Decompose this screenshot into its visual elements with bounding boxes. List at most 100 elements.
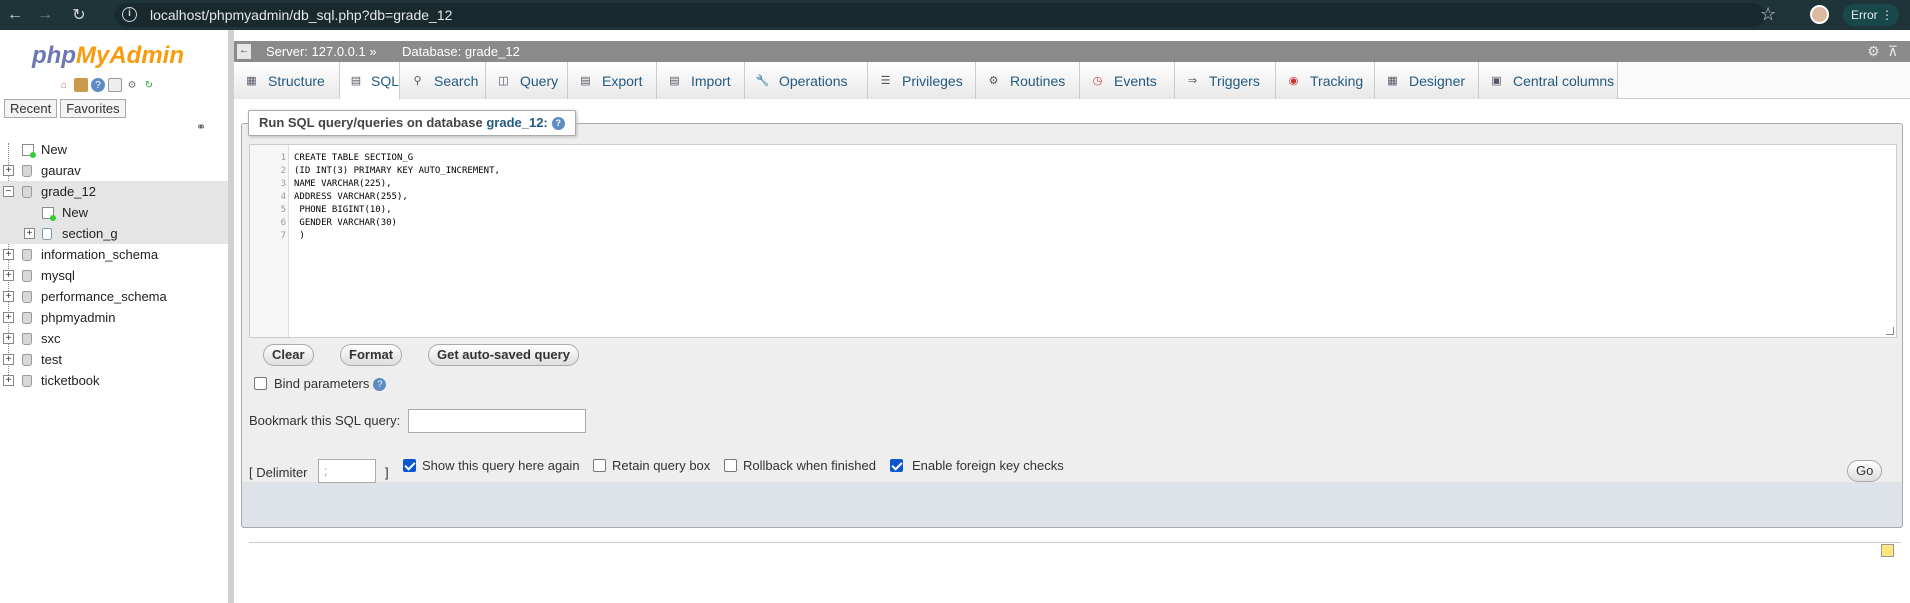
- expand-icon[interactable]: +: [3, 354, 14, 365]
- breadcrumb-server[interactable]: Server: 127.0.0.1 »: [266, 44, 377, 59]
- tree-item-performance_schema[interactable]: + performance_schema: [0, 286, 228, 307]
- docs-icon[interactable]: [108, 78, 122, 92]
- tree-label[interactable]: sxc: [41, 331, 61, 346]
- tree-item-ticketbook[interactable]: + ticketbook: [0, 370, 228, 391]
- tab-sql[interactable]: ▤ SQL: [340, 62, 400, 100]
- rollback-checkbox[interactable]: [724, 459, 737, 472]
- reload-icon[interactable]: ↻: [66, 0, 92, 30]
- collapse-icon[interactable]: −: [3, 186, 14, 197]
- code-line[interactable]: PHONE BIGINT(10),: [294, 205, 391, 215]
- code-line[interactable]: ADDRESS VARCHAR(255),: [294, 192, 408, 202]
- legend-db-link[interactable]: grade_12:: [486, 115, 547, 130]
- tree-item-mysql[interactable]: + mysql: [0, 265, 228, 286]
- tree-label[interactable]: ticketbook: [41, 373, 100, 388]
- tab-structure[interactable]: ▦ Structure: [234, 62, 340, 99]
- tree-label[interactable]: test: [41, 352, 62, 367]
- tab-import[interactable]: ▤ Import: [657, 62, 745, 99]
- get-autosaved-query-button[interactable]: Get auto-saved query: [428, 344, 579, 366]
- profile-avatar[interactable]: [1810, 5, 1829, 24]
- sql-editor[interactable]: 1 2 3 4 5 6 7 CREATE TABLE SECTION_G (ID…: [249, 144, 1897, 338]
- gear-icon[interactable]: ⚙: [1867, 43, 1888, 59]
- url-text[interactable]: localhost/phpmyadmin/db_sql.php?db=grade…: [150, 7, 452, 23]
- bind-parameters-label[interactable]: Bind parameters?: [274, 376, 387, 392]
- tree-item-section_g[interactable]: + section_g: [0, 223, 228, 244]
- link-icon[interactable]: ⚭: [196, 120, 206, 134]
- tree-item-information_schema[interactable]: + information_schema: [0, 244, 228, 265]
- expand-icon[interactable]: +: [3, 291, 14, 302]
- code-line[interactable]: CREATE TABLE SECTION_G: [294, 153, 413, 163]
- help-icon[interactable]: ?: [373, 378, 387, 392]
- tree-item-grade_12[interactable]: − grade_12: [0, 181, 228, 202]
- tree-label[interactable]: performance_schema: [41, 289, 167, 304]
- help-icon[interactable]: ?: [91, 78, 105, 92]
- expand-icon[interactable]: +: [3, 270, 14, 281]
- expand-icon[interactable]: +: [3, 375, 14, 386]
- help-icon[interactable]: ?: [551, 117, 565, 131]
- tab-events[interactable]: ◷ Events: [1080, 62, 1175, 99]
- tab-central-columns[interactable]: ▣ Central columns: [1479, 62, 1618, 99]
- forward-icon[interactable]: →: [32, 0, 58, 30]
- tab-tracking[interactable]: ◉ Tracking: [1276, 62, 1375, 99]
- tree-item-sxc[interactable]: + sxc: [0, 328, 228, 349]
- settings-icon[interactable]: ⚙: [125, 78, 139, 92]
- tree-item-test[interactable]: + test: [0, 349, 228, 370]
- tab-operations[interactable]: 🔧 Operations: [745, 62, 868, 99]
- tree-item-gaurav[interactable]: + gaurav: [0, 160, 228, 181]
- tree-label[interactable]: grade_12: [41, 184, 96, 199]
- go-button[interactable]: Go: [1847, 460, 1883, 482]
- tree-label[interactable]: New: [62, 205, 88, 220]
- tab-query[interactable]: ◫ Query: [486, 62, 568, 99]
- bookmark-input[interactable]: [408, 409, 586, 433]
- resize-handle[interactable]: [1886, 327, 1894, 335]
- tree-label[interactable]: gaurav: [41, 163, 81, 178]
- info-icon[interactable]: i: [122, 7, 137, 22]
- tab-triggers[interactable]: ⇒ Triggers: [1175, 62, 1276, 99]
- tree-item-phpmyadmin[interactable]: + phpmyadmin: [0, 307, 228, 328]
- code-line[interactable]: ): [294, 231, 304, 241]
- expand-icon[interactable]: +: [3, 165, 14, 176]
- retain-query-box-checkbox[interactable]: [593, 459, 606, 472]
- retain-query-box-label[interactable]: Retain query box: [612, 458, 710, 473]
- delimiter-input[interactable]: ;: [318, 459, 376, 483]
- logout-icon[interactable]: [74, 78, 88, 92]
- foreign-key-checks-checkbox[interactable]: [890, 459, 903, 472]
- code-line[interactable]: GENDER VARCHAR(30): [294, 218, 397, 228]
- foreign-key-checks-label[interactable]: Enable foreign key checks: [912, 458, 1064, 473]
- tree-label[interactable]: mysql: [41, 268, 75, 283]
- breadcrumb-database[interactable]: Database: grade_12: [402, 44, 520, 59]
- recent-tab[interactable]: Recent: [4, 99, 58, 118]
- collapse-top-icon[interactable]: ⊼: [1888, 43, 1906, 59]
- expand-icon[interactable]: +: [3, 333, 14, 344]
- tab-designer[interactable]: ▦ Designer: [1375, 62, 1479, 99]
- reload-nav-icon[interactable]: ↻: [142, 78, 156, 92]
- collapse-nav-icon[interactable]: ←: [237, 44, 251, 59]
- tab-export[interactable]: ▤ Export: [568, 62, 657, 99]
- expand-icon[interactable]: +: [3, 312, 14, 323]
- expand-icon[interactable]: +: [3, 249, 14, 260]
- bind-parameters-checkbox[interactable]: [254, 377, 267, 390]
- error-button[interactable]: Error ⋮: [1843, 4, 1900, 26]
- phpmyadmin-logo[interactable]: phpMyAdmin: [32, 42, 184, 70]
- tree-label[interactable]: section_g: [62, 226, 118, 241]
- show-query-label[interactable]: Show this query here again: [422, 458, 580, 473]
- tree-item-table-new[interactable]: New: [0, 202, 228, 223]
- show-query-checkbox[interactable]: [403, 459, 416, 472]
- tree-label[interactable]: information_schema: [41, 247, 158, 262]
- expand-icon[interactable]: +: [24, 228, 35, 239]
- back-icon[interactable]: ←: [2, 0, 28, 30]
- tab-routines[interactable]: ⚙ Routines: [976, 62, 1080, 99]
- favorites-tab[interactable]: Favorites: [60, 99, 126, 118]
- tree-label[interactable]: New: [41, 142, 67, 157]
- rollback-label[interactable]: Rollback when finished: [743, 458, 876, 473]
- console-icon[interactable]: [1881, 544, 1894, 557]
- clear-button[interactable]: Clear: [263, 344, 314, 366]
- home-icon[interactable]: ⌂: [57, 78, 71, 92]
- star-icon[interactable]: ☆: [1760, 4, 1776, 25]
- code-line[interactable]: NAME VARCHAR(225),: [294, 179, 392, 189]
- code-line[interactable]: (ID INT(3) PRIMARY KEY AUTO_INCREMENT,: [294, 166, 500, 176]
- tab-privileges[interactable]: ☰ Privileges: [868, 62, 976, 99]
- format-button[interactable]: Format: [340, 344, 403, 366]
- tab-search[interactable]: ⚲ Search: [400, 62, 486, 99]
- tree-item-new[interactable]: New: [0, 139, 228, 160]
- tree-label[interactable]: phpmyadmin: [41, 310, 115, 325]
